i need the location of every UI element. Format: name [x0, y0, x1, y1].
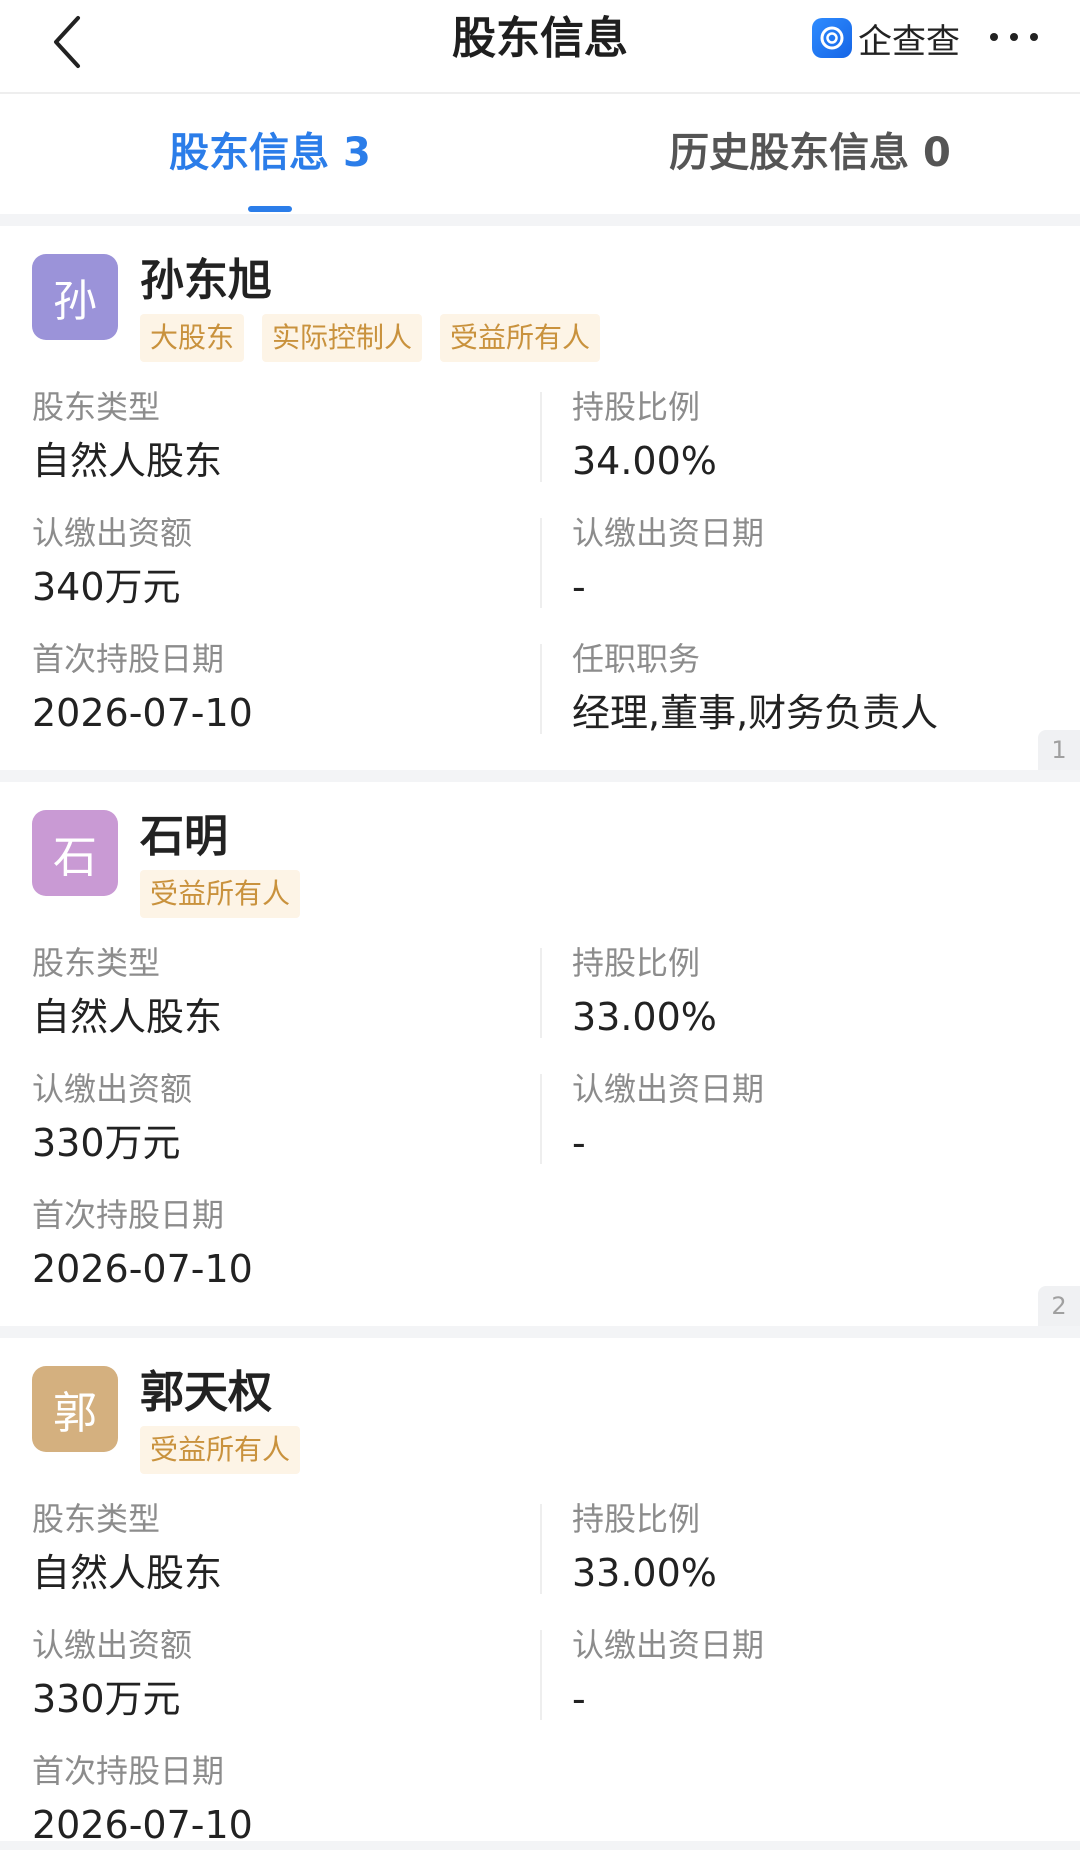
more-options-icon[interactable] [986, 22, 1042, 52]
field-subscribed-date: 认缴出资日期 - [572, 512, 764, 612]
field-value: 340万元 [32, 565, 181, 609]
field-label: 首次持股日期 [32, 1752, 225, 1790]
shareholder-name[interactable]: 石明 [140, 800, 228, 864]
field-subscribed-amount: 认缴出资额 340万元 [32, 512, 192, 612]
tab-bar: 股东信息 3 历史股东信息 0 [0, 94, 1080, 214]
field-value: - [572, 565, 586, 609]
field-position: 任职职务 经理,董事,财务负责人 [572, 638, 938, 738]
field-label: 持股比例 [572, 944, 701, 982]
shareholder-card[interactable]: 孙 孙东旭 大股东 实际控制人 受益所有人 股东类型 自然人股东 持股比例 34… [0, 226, 1080, 770]
field-value: 2026-07-10 [32, 691, 253, 735]
avatar: 孙 [32, 254, 118, 340]
field-value: 330万元 [32, 1677, 181, 1721]
field-shareholder-type: 股东类型 自然人股东 [32, 386, 222, 486]
index-badge: 2 [1038, 1286, 1080, 1326]
field-subscribed-date: 认缴出资日期 - [572, 1624, 764, 1724]
column-divider [540, 1074, 542, 1164]
field-value: 33.00% [572, 1551, 717, 1595]
column-divider [540, 518, 542, 608]
tag-beneficial-owner: 受益所有人 [140, 870, 301, 918]
field-label: 认缴出资额 [32, 1070, 193, 1108]
column-divider [540, 392, 542, 482]
top-bar: 股东信息 企查查 [0, 0, 1080, 94]
avatar: 石 [32, 810, 118, 896]
field-label: 股东类型 [32, 388, 161, 426]
field-label: 认缴出资日期 [572, 1626, 765, 1664]
field-value: - [572, 1121, 586, 1165]
field-label: 认缴出资额 [32, 514, 193, 552]
field-share-ratio: 持股比例 33.00% [572, 1498, 717, 1598]
field-value: 自然人股东 [32, 439, 223, 483]
shareholder-card[interactable]: 石 石明 受益所有人 股东类型 自然人股东 持股比例 33.00% 认缴出资额 … [0, 782, 1080, 1326]
field-value: 34.00% [572, 439, 717, 483]
tag-list: 受益所有人 [140, 1426, 318, 1474]
field-value: 自然人股东 [32, 1551, 223, 1595]
brand-name: 企查查 [858, 21, 960, 62]
shareholder-name[interactable]: 孙东旭 [140, 244, 272, 308]
tab-shareholders[interactable]: 股东信息 3 [140, 94, 400, 214]
field-value: 330万元 [32, 1121, 181, 1165]
field-value: 33.00% [572, 995, 717, 1039]
field-label: 股东类型 [32, 944, 161, 982]
field-label: 认缴出资日期 [572, 1070, 765, 1108]
tag-major-shareholder: 大股东 [140, 314, 245, 362]
field-label: 首次持股日期 [32, 640, 225, 678]
field-label: 认缴出资额 [32, 1626, 193, 1664]
tag-beneficial-owner: 受益所有人 [140, 1426, 301, 1474]
field-share-ratio: 持股比例 33.00% [572, 942, 717, 1042]
brand-logo[interactable]: 企查查 [812, 16, 960, 62]
column-divider [540, 644, 542, 734]
field-subscribed-amount: 认缴出资额 330万元 [32, 1068, 192, 1168]
field-label: 股东类型 [32, 1500, 161, 1538]
field-label: 任职职务 [572, 640, 701, 678]
field-value: 自然人股东 [32, 995, 223, 1039]
shareholder-name[interactable]: 郭天权 [140, 1356, 272, 1420]
index-badge: 1 [1038, 730, 1080, 770]
field-first-holding-date: 首次持股日期 2026-07-10 [32, 1750, 253, 1850]
field-label: 持股比例 [572, 1500, 701, 1538]
field-value: 2026-07-10 [32, 1803, 253, 1847]
tab-history-shareholders[interactable]: 历史股东信息 0 [640, 94, 980, 214]
field-value: - [572, 1677, 586, 1721]
field-label: 认缴出资日期 [572, 514, 765, 552]
shareholder-card[interactable]: 郭 郭天权 受益所有人 股东类型 自然人股东 持股比例 33.00% 认缴出资额… [0, 1338, 1080, 1847]
field-value: 2026-07-10 [32, 1247, 253, 1291]
column-divider [540, 948, 542, 1038]
field-label: 持股比例 [572, 388, 701, 426]
field-label: 首次持股日期 [32, 1196, 225, 1234]
field-shareholder-type: 股东类型 自然人股东 [32, 942, 222, 1042]
field-share-ratio: 持股比例 34.00% [572, 386, 717, 486]
column-divider [540, 1504, 542, 1594]
field-subscribed-amount: 认缴出资额 330万元 [32, 1624, 192, 1724]
field-first-holding-date: 首次持股日期 2026-07-10 [32, 638, 253, 738]
column-divider [540, 1630, 542, 1720]
field-shareholder-type: 股东类型 自然人股东 [32, 1498, 222, 1598]
field-first-holding-date: 首次持股日期 2026-07-10 [32, 1194, 253, 1294]
qichacha-logo-icon [812, 18, 852, 58]
tag-list: 大股东 实际控制人 受益所有人 [140, 314, 618, 362]
tag-beneficial-owner: 受益所有人 [440, 314, 601, 362]
field-subscribed-date: 认缴出资日期 - [572, 1068, 764, 1168]
tag-list: 受益所有人 [140, 870, 318, 918]
field-value: 经理,董事,财务负责人 [572, 691, 939, 735]
tab-active-indicator [248, 206, 292, 212]
tag-actual-controller: 实际控制人 [262, 314, 423, 362]
avatar: 郭 [32, 1366, 118, 1452]
